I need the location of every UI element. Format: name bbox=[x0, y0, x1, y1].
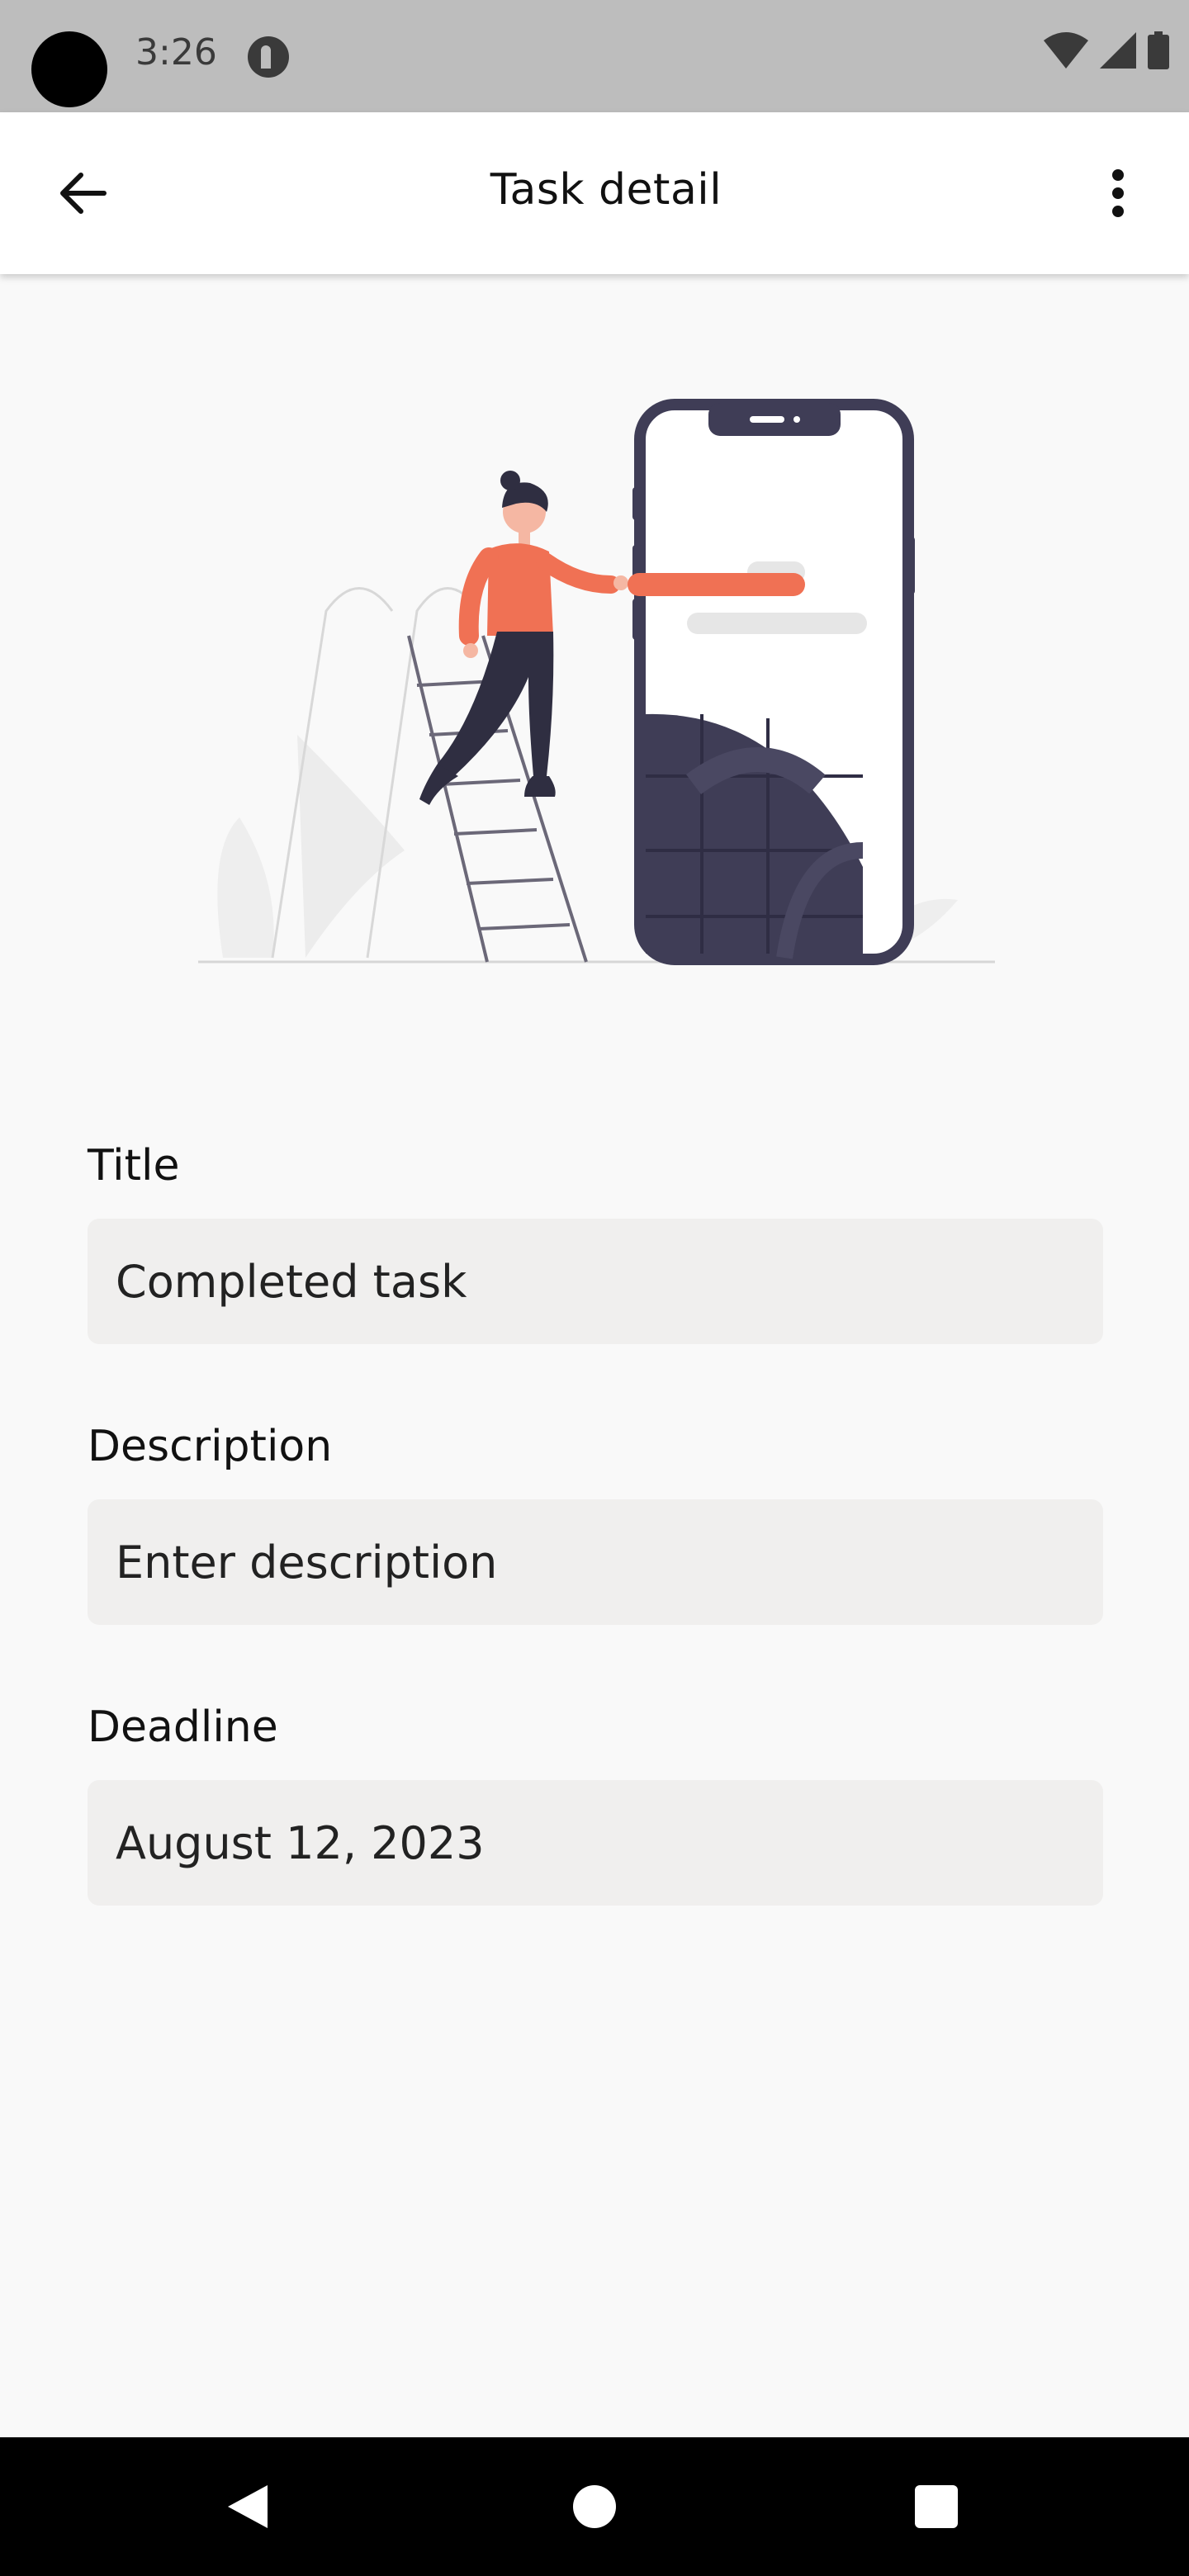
status-bar: 3:26 bbox=[0, 0, 1189, 112]
deadline-field-group: Deadline August 12, 2023 bbox=[88, 1701, 1103, 1906]
woman-on-ladder-with-phone-illustration bbox=[198, 399, 995, 965]
status-icons bbox=[1044, 31, 1169, 69]
system-nav-bar bbox=[0, 2437, 1189, 2576]
more-options-button[interactable] bbox=[1078, 154, 1158, 233]
title-field-group: Title Completed task bbox=[88, 1139, 1103, 1344]
nav-home-icon[interactable] bbox=[573, 2485, 616, 2528]
task-illustration bbox=[190, 388, 999, 983]
battery-icon bbox=[1148, 31, 1169, 69]
app-notification-icon bbox=[248, 36, 289, 78]
title-label: Title bbox=[88, 1141, 180, 1191]
description-input[interactable]: Enter description bbox=[88, 1499, 1103, 1625]
deadline-input[interactable]: August 12, 2023 bbox=[88, 1780, 1103, 1906]
more-vertical-icon bbox=[1112, 169, 1124, 217]
page-title: Task detail bbox=[490, 165, 722, 215]
description-field-group: Description Enter description bbox=[88, 1420, 1103, 1625]
task-form: Title Completed task Description Enter d… bbox=[88, 1139, 1103, 1906]
deadline-label: Deadline bbox=[88, 1702, 278, 1752]
cell-signal-icon bbox=[1100, 32, 1136, 69]
nav-recents-icon[interactable] bbox=[915, 2485, 958, 2528]
status-time: 3:26 bbox=[135, 31, 217, 73]
camera-cutout bbox=[31, 31, 107, 107]
app-bar: Task detail bbox=[0, 112, 1189, 274]
title-input[interactable]: Completed task bbox=[88, 1219, 1103, 1344]
wifi-icon bbox=[1044, 32, 1088, 69]
description-label: Description bbox=[88, 1422, 333, 1471]
nav-back-icon[interactable] bbox=[225, 2484, 271, 2530]
